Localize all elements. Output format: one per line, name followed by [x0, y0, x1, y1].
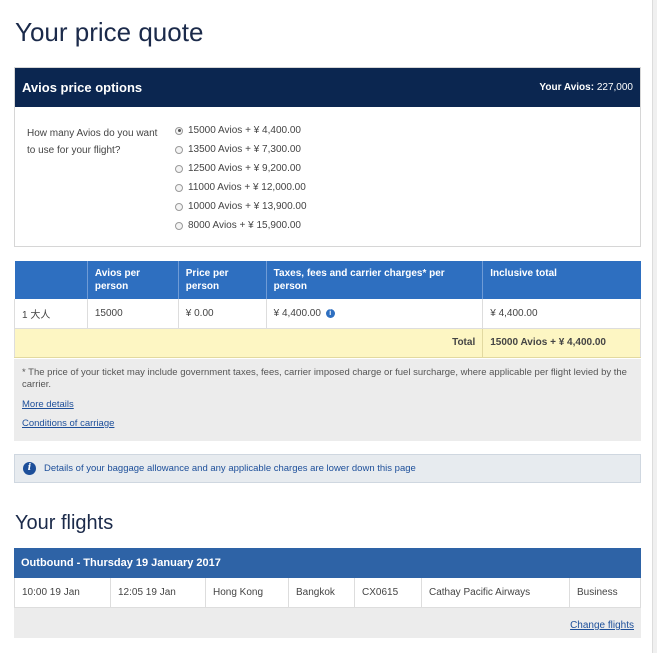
column-header: Price per person	[177, 261, 267, 299]
flight-row: 10:00 19 Jan 12:05 19 Jan Hong Kong Bang…	[14, 578, 641, 608]
avios-option[interactable]: 15000 Avios + ¥ 4,400.00	[175, 121, 307, 140]
outbound-header: Outbound - Thursday 19 January 2017	[14, 548, 641, 578]
flight-number: CX0615	[354, 578, 421, 607]
change-flights-link[interactable]: Change flights	[570, 620, 634, 631]
total-value: 15000 Avios + ¥ 4,400.00	[482, 328, 641, 358]
column-header	[14, 261, 88, 299]
radio-button[interactable]	[175, 202, 183, 211]
cabin-class: Business	[569, 578, 640, 607]
price-table: Avios per person Price per person Taxes,…	[13, 261, 641, 358]
info-icon: i	[23, 462, 36, 475]
avios-option-label: 10000 Avios + ¥ 13,900.00	[188, 201, 307, 212]
total-label: Total	[13, 328, 483, 358]
info-icon[interactable]: i	[325, 308, 335, 318]
price-table-header-row: Avios per person Price per person Taxes,…	[14, 261, 641, 299]
avios-per-person-cell: 15000	[86, 299, 179, 329]
avios-option-label: 15000 Avios + ¥ 4,400.00	[188, 125, 301, 136]
scrollbar[interactable]	[652, 0, 657, 653]
column-header: Inclusive total	[482, 261, 641, 299]
avios-balance: Your Avios: 227,000	[539, 82, 633, 93]
avios-option[interactable]: 10000 Avios + ¥ 13,900.00	[175, 197, 307, 216]
airline: Cathay Pacific Airways	[421, 578, 569, 607]
more-details-link[interactable]: More details	[22, 399, 633, 410]
avios-option[interactable]: 11000 Avios + ¥ 12,000.00	[175, 178, 307, 197]
avios-header: Avios price options Your Avios: 227,000	[15, 68, 640, 107]
price-notes: * The price of your ticket may include g…	[14, 359, 641, 441]
destination-city: Bangkok	[288, 578, 354, 607]
flight-footer: Change flights	[14, 608, 641, 638]
avios-price-options-panel: Avios price options Your Avios: 227,000 …	[14, 67, 641, 247]
table-row: 1 大人 15000 ¥ 0.00 ¥ 4,400.00 i ¥ 4,400.0…	[14, 299, 641, 329]
column-header: Avios per person	[86, 261, 179, 299]
price-disclaimer: * The price of your ticket may include g…	[22, 367, 627, 390]
departure-time: 10:00 19 Jan	[22, 587, 80, 598]
avios-option-label: 12500 Avios + ¥ 9,200.00	[188, 163, 301, 174]
radio-button[interactable]	[175, 164, 183, 173]
baggage-info-banner: i Details of your baggage allowance and …	[14, 454, 641, 483]
avios-option-label: 8000 Avios + ¥ 15,900.00	[188, 220, 301, 231]
inclusive-total-cell: ¥ 4,400.00	[482, 299, 641, 329]
avios-option-label: 13500 Avios + ¥ 7,300.00	[188, 144, 301, 155]
avios-balance-value: 227,000	[596, 82, 633, 93]
baggage-info-text: Details of your baggage allowance and an…	[44, 463, 416, 474]
radio-button[interactable]	[175, 126, 183, 135]
radio-button[interactable]	[175, 183, 183, 192]
taxes-value: ¥ 4,400.00	[273, 307, 321, 319]
radio-button[interactable]	[175, 221, 183, 230]
avios-option[interactable]: 13500 Avios + ¥ 7,300.00	[175, 140, 307, 159]
avios-balance-label: Your Avios:	[539, 82, 595, 93]
radio-button[interactable]	[175, 145, 183, 154]
taxes-cell: ¥ 4,400.00 i	[265, 299, 483, 329]
avios-option[interactable]: 12500 Avios + ¥ 9,200.00	[175, 159, 307, 178]
price-per-person-cell: ¥ 0.00	[177, 299, 267, 329]
avios-header-title: Avios price options	[22, 80, 143, 95]
avios-option[interactable]: 8000 Avios + ¥ 15,900.00	[175, 216, 307, 235]
avios-question: How many Avios do you want to use for yo…	[27, 128, 158, 156]
total-row: Total 15000 Avios + ¥ 4,400.00	[13, 328, 641, 358]
avios-option-list: 15000 Avios + ¥ 4,400.00 13500 Avios + ¥…	[175, 121, 307, 235]
column-header: Taxes, fees and carrier charges* per per…	[265, 261, 483, 299]
flights-title: Your flights	[15, 512, 114, 534]
origin-city: Hong Kong	[205, 578, 288, 607]
page-title: Your price quote	[15, 17, 204, 47]
arrival-time: 12:05 19 Jan	[110, 578, 205, 607]
conditions-of-carriage-link[interactable]: Conditions of carriage	[22, 418, 633, 429]
passenger-cell: 1 大人	[14, 299, 88, 329]
avios-option-label: 11000 Avios + ¥ 12,000.00	[188, 182, 306, 193]
